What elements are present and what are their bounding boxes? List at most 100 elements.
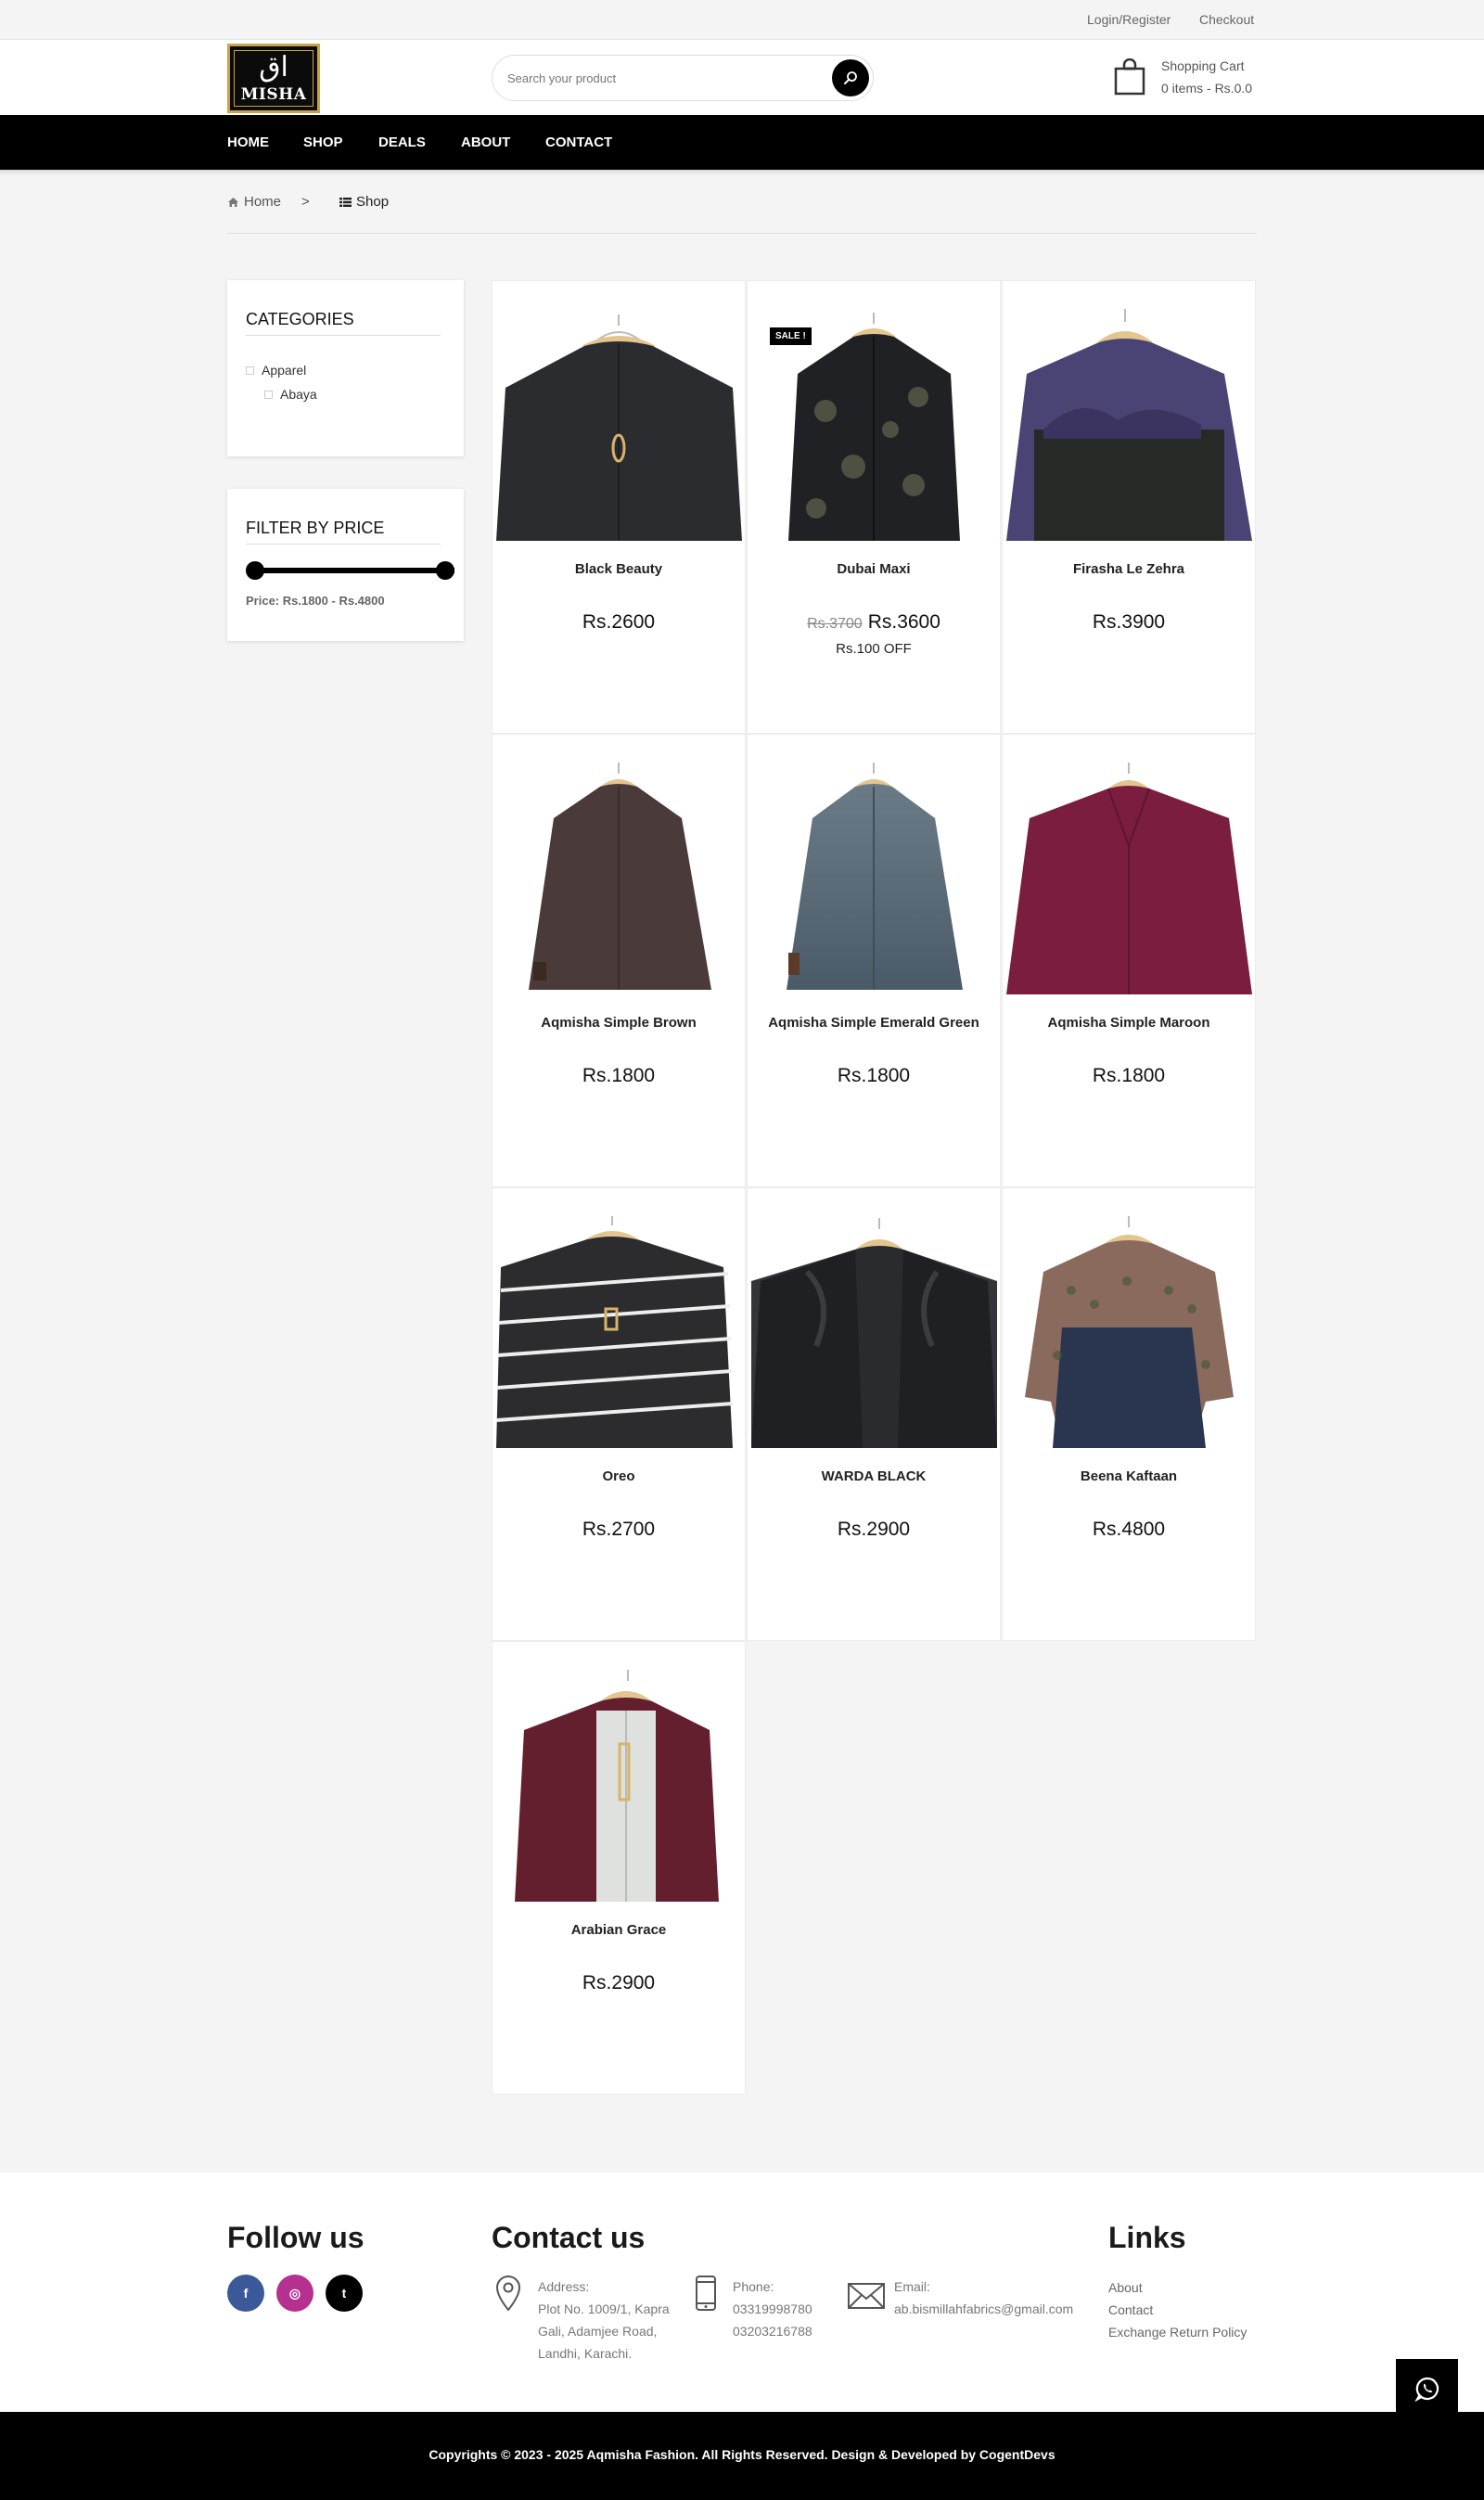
product-card-aqmisha-simple-brown[interactable]: Aqmisha Simple Brown Rs.1800 — [492, 734, 746, 1187]
price-slider-min-handle[interactable] — [246, 561, 264, 580]
address-line: Landhi, Karachi. — [538, 2346, 633, 2361]
categories-panel: CATEGORIES Apparel Abaya — [227, 280, 464, 456]
product-card-aqmisha-simple-emerald-green[interactable]: Aqmisha Simple Emerald Green Rs.1800 — [747, 734, 1001, 1187]
site-logo[interactable]: اق MISHA — [227, 44, 320, 113]
price-slider-track[interactable] — [255, 568, 454, 573]
price-value: Rs.2900 — [582, 1972, 656, 1994]
copyright-bar: Copyrights © 2023 - 2025 Aqmisha Fashion… — [0, 2412, 1484, 2500]
nav-deals[interactable]: DEALS — [378, 135, 426, 150]
product-name[interactable]: Black Beauty — [493, 561, 745, 577]
cart-title[interactable]: Shopping Cart — [1161, 58, 1245, 73]
product-name[interactable]: Dubai Maxi — [748, 561, 1000, 577]
category-abaya[interactable]: Abaya — [264, 387, 317, 402]
shopping-bag-icon[interactable] — [1113, 58, 1146, 96]
search-bar — [492, 55, 874, 101]
price-filter-panel: FILTER BY PRICE Price: Rs.1800 - Rs.4800 — [227, 489, 464, 641]
breadcrumb-divider — [227, 233, 1257, 234]
price-value: Rs.2900 — [837, 1519, 911, 1540]
categories-title: CATEGORIES — [246, 310, 354, 328]
product-name[interactable]: Beena Kaftaan — [1003, 1468, 1255, 1484]
product-card-oreo[interactable]: Oreo Rs.2700 — [492, 1187, 746, 1641]
nav-about[interactable]: ABOUT — [461, 135, 510, 150]
price-value: Rs.2700 — [582, 1519, 656, 1540]
footer-link-about[interactable]: About — [1108, 2280, 1143, 2295]
product-image[interactable] — [751, 763, 997, 994]
product-card-arabian-grace[interactable]: Arabian Grace Rs.2900 — [492, 1641, 746, 2095]
phone-block: Phone: 03319998780 03203216788 — [733, 2276, 812, 2342]
breadcrumb-home[interactable]: Home — [227, 194, 281, 210]
price-value: Rs.3900 — [1092, 611, 1166, 633]
old-price: Rs.3700 — [807, 616, 863, 632]
logo-arabic-text: اق — [259, 51, 288, 83]
product-card-beena-kaftaan[interactable]: Beena Kaftaan Rs.4800 — [1002, 1187, 1256, 1641]
product-image[interactable] — [496, 1216, 742, 1448]
category-apparel[interactable]: Apparel — [246, 363, 306, 378]
price-value: Rs.2600 — [582, 611, 656, 633]
mobile-phone-icon — [696, 2276, 716, 2311]
product-name[interactable]: Aqmisha Simple Maroon — [1003, 1015, 1255, 1031]
price-slider-max-handle[interactable] — [436, 561, 454, 580]
product-name[interactable]: Aqmisha Simple Brown — [493, 1015, 745, 1031]
product-image[interactable] — [1006, 1216, 1252, 1448]
home-icon — [228, 197, 238, 207]
search-icon — [844, 71, 857, 84]
facebook-button[interactable]: f — [227, 2275, 264, 2312]
breadcrumb-current-label: Shop — [356, 194, 390, 210]
product-name[interactable]: WARDA BLACK — [748, 1468, 1000, 1484]
checkout-link[interactable]: Checkout — [1199, 12, 1254, 27]
address-line: Plot No. 1009/1, Kapra — [538, 2301, 670, 2316]
list-icon — [339, 197, 352, 207]
footer-link-exchange-return-policy[interactable]: Exchange Return Policy — [1108, 2325, 1247, 2340]
product-card-dubai-maxi[interactable]: SALE ! Dubai Maxi Rs.3700 Rs.3600 Rs.100 … — [747, 280, 1001, 734]
price-value: Rs.4800 — [1092, 1519, 1166, 1540]
location-pin-icon — [495, 2275, 521, 2312]
copyright-text: Copyrights © 2023 - 2025 Aqmisha Fashion… — [429, 2447, 1055, 2462]
whatsapp-button[interactable] — [1396, 2359, 1458, 2418]
product-price: Rs.3700 Rs.3600 — [748, 611, 1000, 634]
product-name[interactable]: Oreo — [493, 1468, 745, 1484]
main-nav: HOME SHOP DEALS ABOUT CONTACT — [0, 115, 1484, 170]
nav-shadow — [0, 170, 1484, 175]
breadcrumb-separator: > — [301, 194, 310, 210]
category-label: Apparel — [262, 363, 307, 378]
product-card-warda-black[interactable]: WARDA BLACK Rs.2900 — [747, 1187, 1001, 1641]
phone-number[interactable]: 03203216788 — [733, 2320, 812, 2342]
nav-contact[interactable]: CONTACT — [545, 135, 612, 150]
site-footer: Follow us f ◎ t Contact us Address: Plot… — [0, 2173, 1484, 2412]
login-register-link[interactable]: Login/Register — [1087, 12, 1171, 27]
product-card-black-beauty[interactable]: Black Beauty Rs.2600 — [492, 280, 746, 734]
email-label: Email: — [894, 2279, 930, 2294]
product-name[interactable]: Firasha Le Zehra — [1003, 561, 1255, 577]
product-name[interactable]: Arabian Grace — [493, 1922, 745, 1938]
breadcrumb-current: Shop — [339, 194, 389, 210]
footer-link-contact[interactable]: Contact — [1108, 2302, 1153, 2317]
tumblr-button[interactable]: t — [326, 2275, 363, 2312]
product-card-firasha-le-zehra[interactable]: Firasha Le Zehra Rs.3900 — [1002, 280, 1256, 734]
product-image[interactable] — [751, 1216, 997, 1448]
email-address[interactable]: ab.bismillahfabrics@gmail.com — [894, 2298, 1073, 2320]
nav-shop[interactable]: SHOP — [303, 135, 343, 150]
product-card-aqmisha-simple-maroon[interactable]: Aqmisha Simple Maroon Rs.1800 — [1002, 734, 1256, 1187]
product-image[interactable] — [1006, 309, 1252, 541]
product-image[interactable] — [1006, 763, 1252, 994]
product-image[interactable] — [496, 1670, 742, 1902]
links-title: Links — [1108, 2221, 1186, 2254]
instagram-button[interactable]: ◎ — [276, 2275, 313, 2312]
product-price: Rs.2600 — [493, 611, 745, 634]
categories-divider — [246, 335, 441, 336]
top-bar: Login/Register Checkout — [0, 0, 1484, 40]
envelope-icon — [848, 2283, 885, 2309]
logo-text: MISHA — [240, 85, 307, 104]
nav-home[interactable]: HOME — [227, 135, 269, 150]
product-image[interactable] — [496, 763, 742, 994]
tumblr-icon: t — [341, 2286, 347, 2301]
product-image[interactable] — [496, 309, 742, 541]
product-price: Rs.2900 — [748, 1519, 1000, 1541]
phone-number[interactable]: 03319998780 — [733, 2298, 812, 2320]
product-price: Rs.1800 — [1003, 1065, 1255, 1087]
cart-summary[interactable]: 0 items - Rs.0.0 — [1161, 81, 1252, 96]
search-button[interactable] — [832, 59, 869, 96]
product-name[interactable]: Aqmisha Simple Emerald Green — [748, 1015, 1000, 1031]
search-input[interactable] — [507, 56, 813, 100]
price-value: Rs.1800 — [837, 1065, 911, 1086]
